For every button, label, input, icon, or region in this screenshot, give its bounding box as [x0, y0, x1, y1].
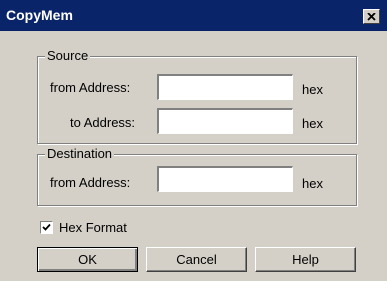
close-button[interactable]: [363, 9, 380, 24]
source-to-label: to Address:: [70, 115, 136, 130]
hex-format-label[interactable]: Hex Format: [59, 220, 127, 235]
source-group-label: Source: [45, 48, 91, 63]
window-title: CopyMem: [6, 7, 73, 23]
ok-button[interactable]: OK: [37, 247, 138, 272]
help-button[interactable]: Help: [255, 247, 356, 272]
source-to-unit: hex: [302, 116, 323, 131]
checkmark-icon: [42, 223, 51, 231]
title-bar[interactable]: CopyMem: [0, 0, 387, 31]
close-icon: [367, 12, 376, 21]
destination-from-address-input[interactable]: [157, 166, 293, 192]
destination-from-label: from Address:: [50, 175, 131, 190]
cancel-button[interactable]: Cancel: [146, 247, 247, 272]
copymem-dialog: CopyMem Source from Address: hex to Addr…: [0, 0, 387, 281]
source-from-label: from Address:: [50, 80, 131, 95]
destination-from-unit: hex: [302, 176, 323, 191]
source-to-address-input[interactable]: [157, 108, 293, 134]
destination-group-label: Destination: [45, 146, 115, 161]
source-from-address-input[interactable]: [157, 74, 293, 100]
source-from-unit: hex: [302, 82, 323, 97]
hex-format-checkbox[interactable]: [40, 221, 53, 234]
